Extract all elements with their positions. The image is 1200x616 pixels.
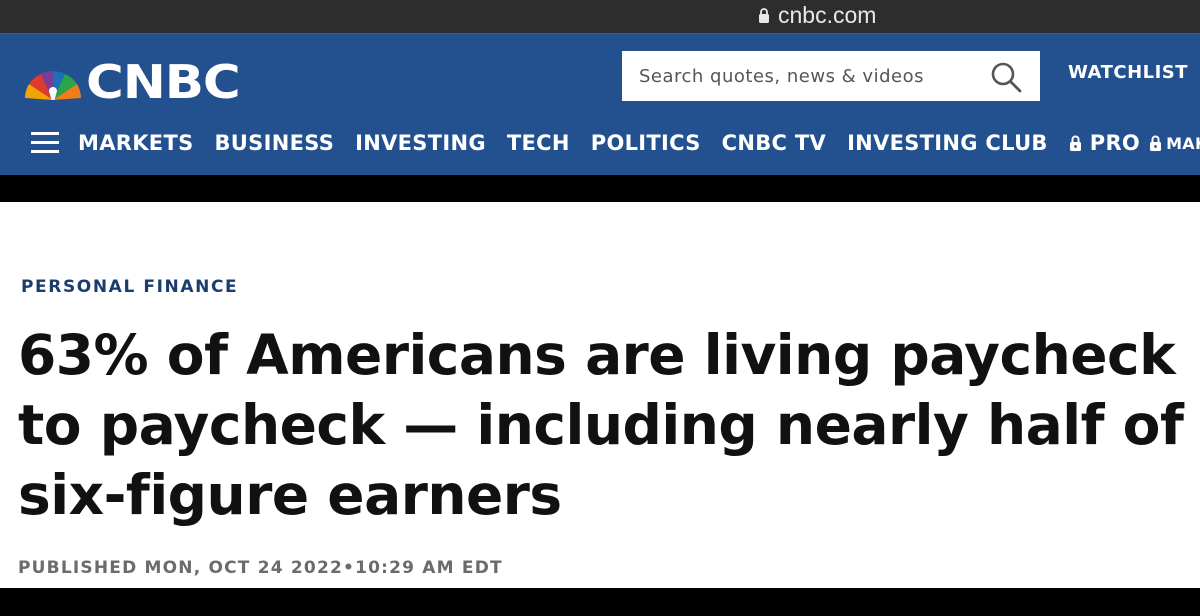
nav-item-markets[interactable]: MARKETS — [78, 131, 194, 155]
cnbc-logo[interactable]: CNBC — [22, 54, 241, 110]
lock-icon — [759, 7, 769, 23]
peacock-icon — [25, 71, 81, 100]
nav-item-make[interactable]: MAKE — [1150, 133, 1200, 153]
nav-item-investing[interactable]: INVESTING — [355, 131, 486, 155]
nav-item-pro-label: PRO — [1089, 131, 1141, 155]
search-box[interactable] — [622, 51, 1040, 101]
nav-item-investing-club[interactable]: INVESTING CLUB — [847, 131, 1048, 155]
url-text: cnbc.com — [778, 1, 877, 28]
header-bottom-bar — [0, 175, 1200, 202]
search-input[interactable] — [622, 65, 972, 87]
url-display[interactable]: cnbc.com — [758, 0, 876, 30]
nav-item-pro[interactable]: PRO — [1069, 131, 1140, 155]
nav-item-politics[interactable]: POLITICS — [591, 131, 701, 155]
nav-item-tech[interactable]: TECH — [507, 131, 570, 155]
watchlist-link[interactable]: WATCHLIST — [1068, 62, 1188, 83]
published-date: PUBLISHED MON, OCT 24 2022•10:29 AM EDT — [18, 558, 503, 578]
main-nav: MARKETS BUSINESS INVESTING TECH POLITICS… — [0, 127, 1200, 161]
nav-items: MARKETS BUSINESS INVESTING TECH POLITICS… — [78, 131, 1200, 155]
site-header: CNBC WATCHLIST MARKETS BUSINESS INVESTIN… — [0, 34, 1200, 175]
nav-item-investing-club-label: INVESTING CLUB — [847, 131, 1048, 155]
article-headline: 63% of Americans are living paycheck to … — [18, 323, 1184, 527]
logo-wordmark: CNBC — [86, 55, 241, 109]
lock-icon — [1069, 135, 1081, 151]
bottom-bar — [0, 588, 1200, 616]
nav-item-cnbc-tv[interactable]: CNBC TV — [722, 131, 826, 155]
nav-item-business[interactable]: BUSINESS — [215, 131, 335, 155]
search-icon[interactable] — [990, 61, 1022, 93]
section-label[interactable]: PERSONAL FINANCE — [21, 277, 238, 297]
menu-icon[interactable] — [31, 132, 59, 154]
nav-item-make-label: MAKE — [1166, 133, 1200, 153]
browser-url-bar[interactable]: cnbc.com — [0, 0, 1200, 34]
lock-icon — [1150, 135, 1162, 151]
